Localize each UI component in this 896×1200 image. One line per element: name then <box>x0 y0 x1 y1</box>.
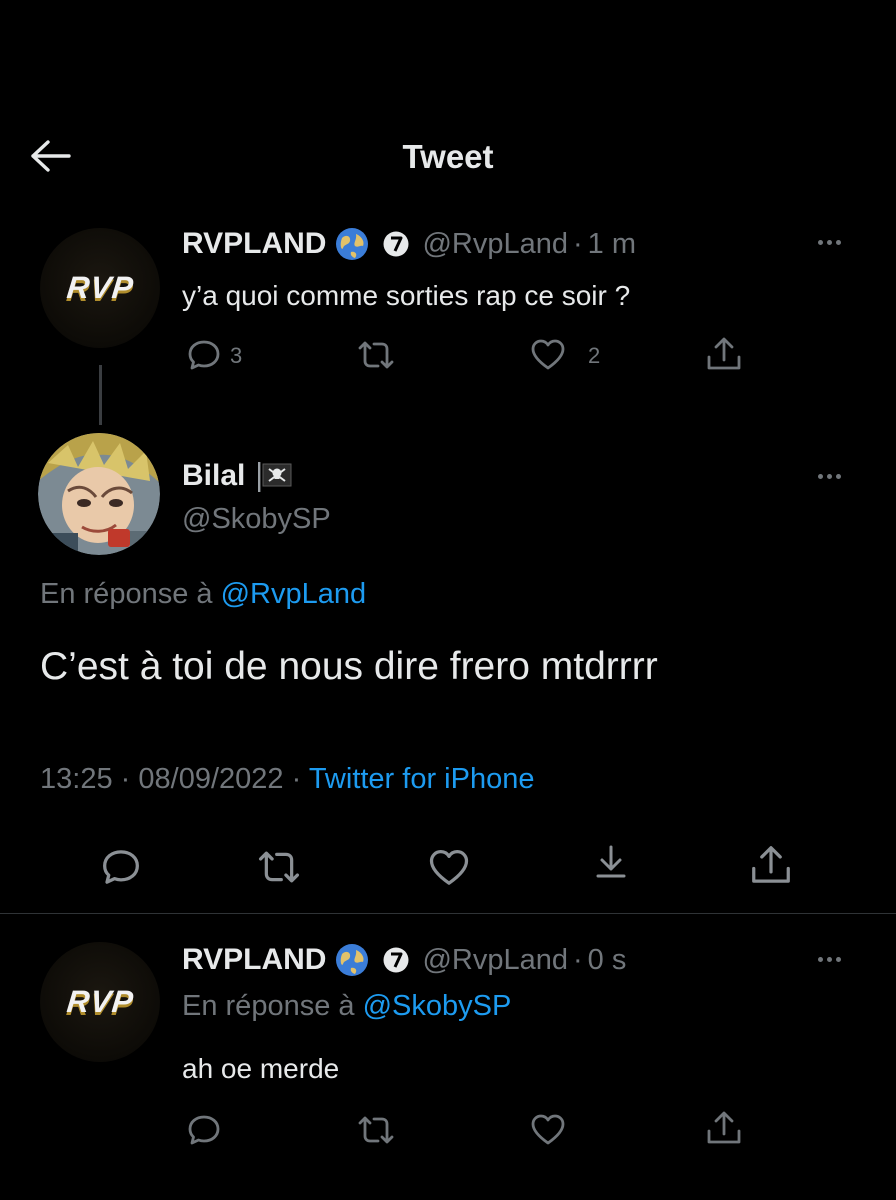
separator: · <box>573 943 583 976</box>
avatar[interactable] <box>38 433 160 555</box>
avatar[interactable]: RVP <box>40 942 160 1062</box>
reply-icon[interactable] <box>186 337 222 373</box>
more-icon[interactable] <box>818 957 841 962</box>
tweet-text: C’est à toi de nous dire frero mtdrrrr <box>40 645 658 688</box>
author-name[interactable]: RVPLAND <box>182 943 326 977</box>
timestamp[interactable]: 0 s <box>588 944 627 977</box>
retweet-icon[interactable] <box>356 1112 396 1148</box>
reply-icon[interactable] <box>100 846 142 888</box>
reply-prefix: En réponse à <box>40 578 213 610</box>
share-icon[interactable] <box>704 334 744 374</box>
separator: · <box>573 227 583 260</box>
share-icon[interactable] <box>748 842 794 888</box>
page-title: Tweet <box>402 138 494 175</box>
bookmark-icon[interactable] <box>590 842 632 886</box>
separator: · <box>120 763 131 795</box>
more-icon[interactable] <box>818 474 841 479</box>
timestamp[interactable]: 1 m <box>588 228 636 261</box>
tweet-text: y’a quoi comme sorties rap ce soir ? <box>182 280 631 311</box>
rvp-logo: RVP <box>64 984 136 1019</box>
tweet-text: ah oe merde <box>182 1053 340 1084</box>
tweet-header: RVPLAND @RvpLand · 0 s <box>182 938 626 982</box>
reply-context: En réponse à @SkobySP <box>182 990 511 1023</box>
reply-icon[interactable] <box>186 1112 222 1148</box>
reply-count: 3 <box>230 343 243 368</box>
thread-line <box>99 365 102 425</box>
author-handle[interactable]: @RvpLand <box>422 944 568 977</box>
author-name[interactable]: Bilal <box>182 459 245 493</box>
reply-mention[interactable]: @SkobySP <box>363 990 512 1022</box>
reply-prefix: En réponse à <box>182 990 355 1022</box>
like-icon[interactable] <box>428 848 470 888</box>
rvp-logo: RVP <box>64 270 136 305</box>
like-count: 2 <box>588 343 601 368</box>
tweet-time: 13:25 <box>40 763 113 795</box>
reply-context: En réponse à @RvpLand <box>40 578 366 611</box>
tweet-header: RVPLAND @RvpLand · 1 m <box>182 222 636 266</box>
avatar[interactable]: RVP <box>40 228 160 348</box>
retweet-icon[interactable] <box>256 846 302 888</box>
affiliate-badge-icon <box>382 946 410 974</box>
separator: · <box>291 763 302 795</box>
more-icon[interactable] <box>818 240 841 245</box>
divider <box>0 913 896 914</box>
reply-mention[interactable]: @RvpLand <box>221 578 367 610</box>
share-icon[interactable] <box>704 1108 744 1148</box>
tweet-meta: 13:25 · 08/09/2022 · Twitter for iPhone <box>40 763 534 796</box>
tweet-date: 08/09/2022 <box>138 763 284 795</box>
author-name[interactable]: RVPLAND <box>182 227 326 261</box>
like-icon[interactable] <box>530 338 566 372</box>
tweet-source[interactable]: Twitter for iPhone <box>309 763 535 795</box>
like-icon[interactable] <box>530 1113 566 1147</box>
globe-icon <box>334 942 370 978</box>
affiliate-badge-icon <box>382 230 410 258</box>
pirate-flag-icon <box>255 459 295 493</box>
author-handle[interactable]: @RvpLand <box>422 228 568 261</box>
author-handle[interactable]: @SkobySP <box>182 503 331 536</box>
tweet-header: Bilal <box>182 456 295 496</box>
retweet-icon[interactable] <box>356 337 396 373</box>
globe-icon <box>334 226 370 262</box>
